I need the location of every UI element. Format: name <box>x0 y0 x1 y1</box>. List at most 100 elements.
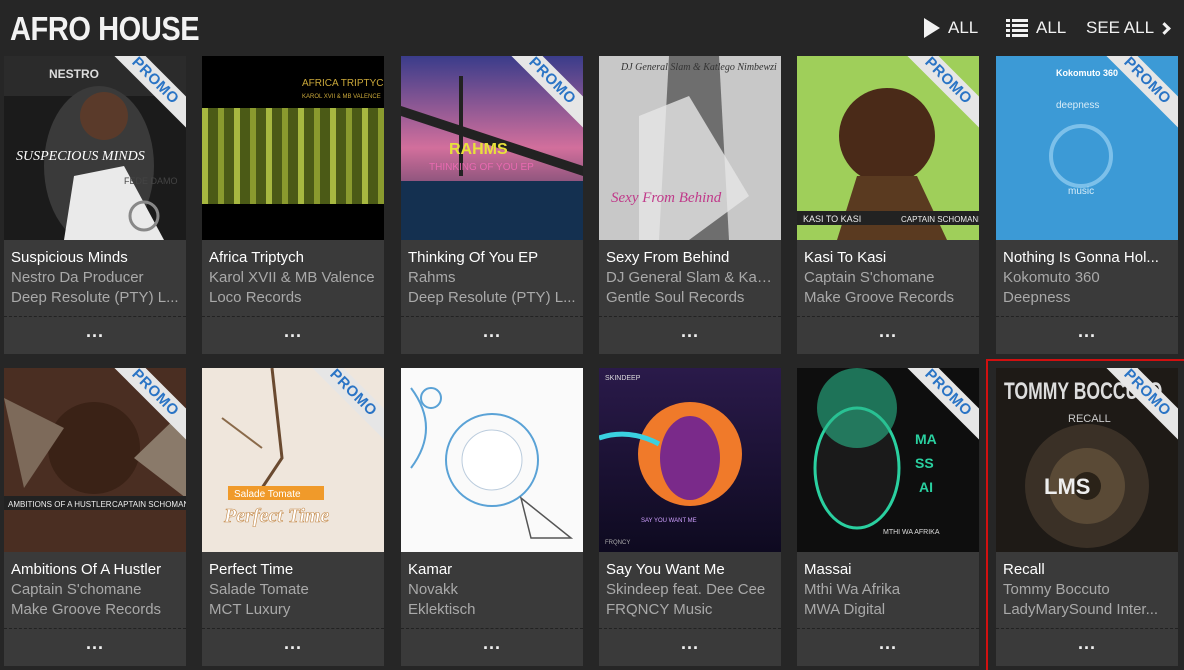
more-options-button[interactable]: ... <box>401 634 583 660</box>
release-card[interactable]: SKINDEEP SAY YOU WANT ME FRQNCY Say You W… <box>599 368 781 666</box>
release-card[interactable]: Salade Tomate Perfect Time PROMO Perfect T… <box>202 368 384 666</box>
release-info: Kamar Novakk Eklektisch <box>408 560 578 620</box>
release-card[interactable]: TOMMY BOCCUTO RECALL LMS PROMO Recall Tommy… <box>996 368 1178 666</box>
release-title[interactable]: Kamar <box>408 560 578 580</box>
release-title[interactable]: Ambitions Of A Hustler <box>11 560 181 580</box>
release-label[interactable]: Gentle Soul Records <box>606 288 776 308</box>
more-options-button[interactable]: ... <box>996 634 1178 660</box>
svg-text:FEDE DAMO: FEDE DAMO <box>124 176 178 186</box>
release-artwork[interactable]: RAHMS THINKING OF YOU EP PROMO <box>401 56 583 240</box>
svg-text:AMBITIONS OF A HUSTLER: AMBITIONS OF A HUSTLER <box>8 500 112 509</box>
release-label[interactable]: Make Groove Records <box>11 600 181 620</box>
svg-text:KAROL XVII & MB VALENCE: KAROL XVII & MB VALENCE <box>302 94 381 100</box>
svg-text:RAHMS: RAHMS <box>449 141 508 158</box>
release-card[interactable]: Kamar Novakk Eklektisch... <box>401 368 583 666</box>
release-artwork[interactable]: TOMMY BOCCUTO RECALL LMS PROMO <box>996 368 1178 552</box>
more-options-button[interactable]: ... <box>797 634 979 660</box>
release-card[interactable]: AFRICA TRIPTYCH KAROL XVII & MB VALENCE A… <box>202 56 384 354</box>
more-options-button[interactable]: ... <box>4 634 186 660</box>
release-artwork[interactable]: KASI TO KASI CAPTAIN SCHOMANE PROMO <box>797 56 979 240</box>
svg-text:Perfect Time: Perfect Time <box>223 505 329 527</box>
release-info: Nothing Is Gonna Hol... Kokomuto 360 Deepn… <box>1003 248 1173 308</box>
divider <box>202 628 384 629</box>
more-options-button[interactable]: ... <box>401 322 583 348</box>
release-label[interactable]: Deep Resolute (PTY) L... <box>408 288 578 308</box>
release-label[interactable]: MCT Luxury <box>209 600 379 620</box>
release-artwork[interactable]: AMBITIONS OF A HUSTLER CAPTAIN SCHOMANEP… <box>4 368 186 552</box>
release-artwork[interactable]: Salade Tomate Perfect Time PROMO <box>202 368 384 552</box>
svg-text:LMS: LMS <box>1044 474 1090 499</box>
release-label[interactable]: FRQNCY Music <box>606 600 776 620</box>
release-label[interactable]: Make Groove Records <box>804 288 974 308</box>
release-label[interactable]: MWA Digital <box>804 600 974 620</box>
release-info: Sexy From Behind DJ General Slam & Katl..… <box>606 248 776 308</box>
release-card[interactable]: RAHMS THINKING OF YOU EP PROMO Thinking Of… <box>401 56 583 354</box>
more-options-button[interactable]: ... <box>599 322 781 348</box>
release-artist[interactable]: Salade Tomate <box>209 580 379 600</box>
release-label[interactable]: Loco Records <box>209 288 379 308</box>
release-artist[interactable]: Nestro Da Producer <box>11 268 181 288</box>
svg-text:SS: SS <box>915 455 934 471</box>
release-artist[interactable]: DJ General Slam & Katl... <box>606 268 776 288</box>
more-options-button[interactable]: ... <box>797 322 979 348</box>
divider <box>4 316 186 317</box>
more-options-button[interactable]: ... <box>202 322 384 348</box>
play-all-button[interactable]: ALL <box>924 16 978 40</box>
release-title[interactable]: Sexy From Behind <box>606 248 776 268</box>
svg-text:RECALL: RECALL <box>1068 413 1111 425</box>
release-title[interactable]: Perfect Time <box>209 560 379 580</box>
more-options-button[interactable]: ... <box>4 322 186 348</box>
see-all-link[interactable]: SEE ALL <box>1086 16 1171 40</box>
release-card[interactable]: AMBITIONS OF A HUSTLER CAPTAIN SCHOMANEP… <box>4 368 186 666</box>
release-label[interactable]: LadyMarySound Inter... <box>1003 600 1173 620</box>
divider <box>797 316 979 317</box>
release-title[interactable]: Thinking Of You EP <box>408 248 578 268</box>
release-artwork[interactable]: Kokomuto 360 deepness music PROMO <box>996 56 1178 240</box>
svg-text:deepness: deepness <box>1056 100 1099 111</box>
release-title[interactable]: Say You Want Me <box>606 560 776 580</box>
divider <box>996 316 1178 317</box>
release-card[interactable]: KASI TO KASI CAPTAIN SCHOMANE PROMO Kasi T… <box>797 56 979 354</box>
svg-text:Kokomuto 360: Kokomuto 360 <box>1056 68 1118 78</box>
release-artwork[interactable]: AFRICA TRIPTYCH KAROL XVII & MB VALENCE <box>202 56 384 240</box>
release-title[interactable]: Massai <box>804 560 974 580</box>
release-title[interactable]: Kasi To Kasi <box>804 248 974 268</box>
release-artwork[interactable]: DJ General Slam & Katlego Nimbewzi Sexy … <box>599 56 781 240</box>
release-artwork[interactable]: SKINDEEP SAY YOU WANT ME FRQNCY <box>599 368 781 552</box>
release-info: Perfect Time Salade Tomate MCT Luxury <box>209 560 379 620</box>
release-title[interactable]: Nothing Is Gonna Hol... <box>1003 248 1173 268</box>
svg-text:Salade Tomate: Salade Tomate <box>234 489 301 500</box>
release-title[interactable]: Recall <box>1003 560 1173 580</box>
release-artist[interactable]: Karol XVII & MB Valence <box>209 268 379 288</box>
release-artist[interactable]: Skindeep feat. Dee Cee <box>606 580 776 600</box>
more-options-button[interactable]: ... <box>996 322 1178 348</box>
release-card[interactable]: Kokomuto 360 deepness music PROMO Nothing … <box>996 56 1178 354</box>
release-card[interactable]: NESTRO SUSPECIOUS MINDS FEDE DAMO PROMO Su… <box>4 56 186 354</box>
release-title[interactable]: Suspicious Minds <box>11 248 181 268</box>
release-artist[interactable]: Kokomuto 360 <box>1003 268 1173 288</box>
release-card[interactable]: MA SS AI MTHI WA AFRIKA PROMO Massai Mthi W… <box>797 368 979 666</box>
more-options-button[interactable]: ... <box>202 634 384 660</box>
release-artist[interactable]: Rahms <box>408 268 578 288</box>
release-label[interactable]: Deep Resolute (PTY) L... <box>11 288 181 308</box>
release-label[interactable]: Eklektisch <box>408 600 578 620</box>
release-info: Suspicious Minds Nestro Da Producer Deep R… <box>11 248 181 308</box>
release-info: Ambitions Of A Hustler Captain S'chomane M… <box>11 560 181 620</box>
divider <box>797 628 979 629</box>
more-options-button[interactable]: ... <box>599 634 781 660</box>
play-icon <box>924 18 940 38</box>
release-artist[interactable]: Captain S'chomane <box>804 268 974 288</box>
list-all-label: ALL <box>1036 18 1067 37</box>
add-all-to-list-button[interactable]: ALL <box>1006 16 1066 40</box>
release-artist[interactable]: Captain S'chomane <box>11 580 181 600</box>
list-icon <box>1006 19 1028 37</box>
release-artwork[interactable]: MA SS AI MTHI WA AFRIKA PROMO <box>797 368 979 552</box>
release-title[interactable]: Africa Triptych <box>209 248 379 268</box>
release-artwork[interactable]: NESTRO SUSPECIOUS MINDS FEDE DAMO PROMO <box>4 56 186 240</box>
release-card[interactable]: DJ General Slam & Katlego Nimbewzi Sexy … <box>599 56 781 354</box>
release-artwork[interactable] <box>401 368 583 552</box>
release-artist[interactable]: Mthi Wa Afrika <box>804 580 974 600</box>
release-artist[interactable]: Novakk <box>408 580 578 600</box>
release-label[interactable]: Deepness <box>1003 288 1173 308</box>
release-artist[interactable]: Tommy Boccuto <box>1003 580 1173 600</box>
